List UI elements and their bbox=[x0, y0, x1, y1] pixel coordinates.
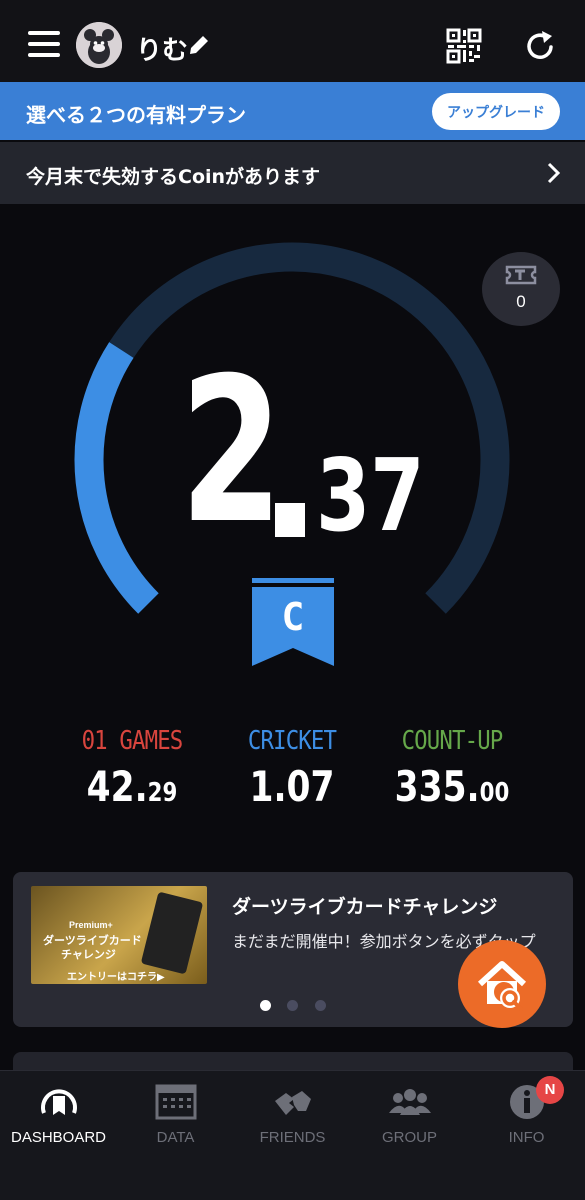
ticket-count: 0 bbox=[516, 292, 526, 311]
tab-label: DASHBOARD bbox=[10, 1129, 107, 1146]
tab-label: GROUP bbox=[381, 1129, 437, 1146]
tab-label: INFO bbox=[508, 1129, 545, 1146]
stat-value-small: 00 bbox=[479, 778, 510, 808]
tab-dashboard[interactable]: DASHBOARD bbox=[0, 1071, 117, 1161]
dashboard-icon bbox=[41, 1089, 77, 1115]
promo-card-graphic bbox=[140, 891, 204, 975]
stat-value-small: 29 bbox=[147, 778, 178, 808]
reload-icon[interactable] bbox=[522, 28, 558, 64]
tab-label: DATA bbox=[156, 1129, 195, 1146]
stat-value-main: 1.07 bbox=[249, 762, 335, 811]
tab-friends[interactable]: FRIENDS bbox=[234, 1071, 351, 1161]
stat-label: COUNT-UP bbox=[401, 726, 504, 756]
promo-image-premium: Premium+ bbox=[69, 920, 113, 930]
stat-value: 42.29 bbox=[50, 762, 214, 811]
stats-row: 01 GAMES 42.29 CRICKET 1.07 COUNT-UP 335… bbox=[0, 726, 585, 816]
data-icon bbox=[155, 1084, 197, 1120]
stat-count-up: COUNT-UP 335.00 bbox=[352, 726, 552, 811]
rating-gauge-fill bbox=[74, 342, 159, 614]
menu-icon[interactable] bbox=[28, 31, 60, 57]
tab-data[interactable]: DATA bbox=[117, 1071, 234, 1161]
coin-expiry-notice[interactable]: 今月末で失効するCoinがあります bbox=[0, 142, 585, 204]
avatar[interactable] bbox=[76, 22, 122, 68]
stat-value-main: 42. bbox=[86, 762, 148, 811]
stat-value: 1.07 bbox=[210, 762, 374, 811]
upgrade-button[interactable]: アップグレード bbox=[432, 93, 560, 130]
bottom-tab-bar: DASHBOARD DATA FRIENDS GROUP INFO bbox=[0, 1070, 585, 1200]
tab-label: FRIENDS bbox=[259, 1129, 326, 1146]
upgrade-banner-text: 選べる２つの有料プラン bbox=[26, 103, 246, 127]
stat-value: 335.00 bbox=[370, 762, 534, 811]
tab-info[interactable]: INFO bbox=[468, 1071, 585, 1161]
promo-image-title-line1: ダーツライブカード bbox=[43, 934, 142, 947]
rating-decimal: 37 bbox=[316, 437, 425, 554]
promo-image-title-line2: チャレンジ bbox=[61, 948, 116, 961]
house-search-icon bbox=[477, 961, 527, 1011]
carousel-dot[interactable] bbox=[287, 1000, 298, 1011]
stat-value-main: 335. bbox=[394, 762, 480, 811]
ticket-button[interactable]: 0 bbox=[482, 252, 560, 326]
upgrade-banner: 選べる２つの有料プラン アップグレード bbox=[0, 82, 585, 140]
tab-group[interactable]: GROUP bbox=[351, 1071, 468, 1161]
promo-title: ダーツライブカードチャレンジ bbox=[232, 896, 498, 918]
edit-pencil-icon[interactable] bbox=[186, 32, 212, 58]
chevron-right-icon bbox=[547, 162, 561, 184]
promo-image-title: ダーツライブカード チャレンジ bbox=[43, 934, 142, 962]
info-notification-badge: N bbox=[536, 1076, 564, 1104]
rank-flag: C bbox=[252, 578, 334, 666]
coin-expiry-text: 今月末で失効するCoinがあります bbox=[26, 166, 321, 188]
rating-integer: 2 bbox=[180, 335, 283, 568]
carousel-dot[interactable] bbox=[260, 1000, 271, 1011]
username: りむ bbox=[136, 36, 189, 66]
group-icon bbox=[389, 1089, 431, 1115]
friends-icon bbox=[275, 1091, 311, 1115]
top-bar: りむ bbox=[0, 0, 585, 82]
shop-search-button[interactable] bbox=[458, 940, 546, 1028]
qr-code-icon[interactable] bbox=[446, 28, 482, 64]
promo-image: Premium+ ダーツライブカード チャレンジ エントリーはコチラ▶ bbox=[31, 886, 207, 984]
carousel-dots bbox=[260, 1000, 340, 1012]
promo-image-entry: エントリーはコチラ▶ bbox=[67, 972, 165, 983]
ticket-icon bbox=[505, 265, 537, 285]
carousel-dot[interactable] bbox=[315, 1000, 326, 1011]
rating-gauge-track bbox=[109, 242, 510, 614]
rating-decimal-point bbox=[275, 503, 305, 537]
rank-letter: C bbox=[282, 595, 305, 639]
